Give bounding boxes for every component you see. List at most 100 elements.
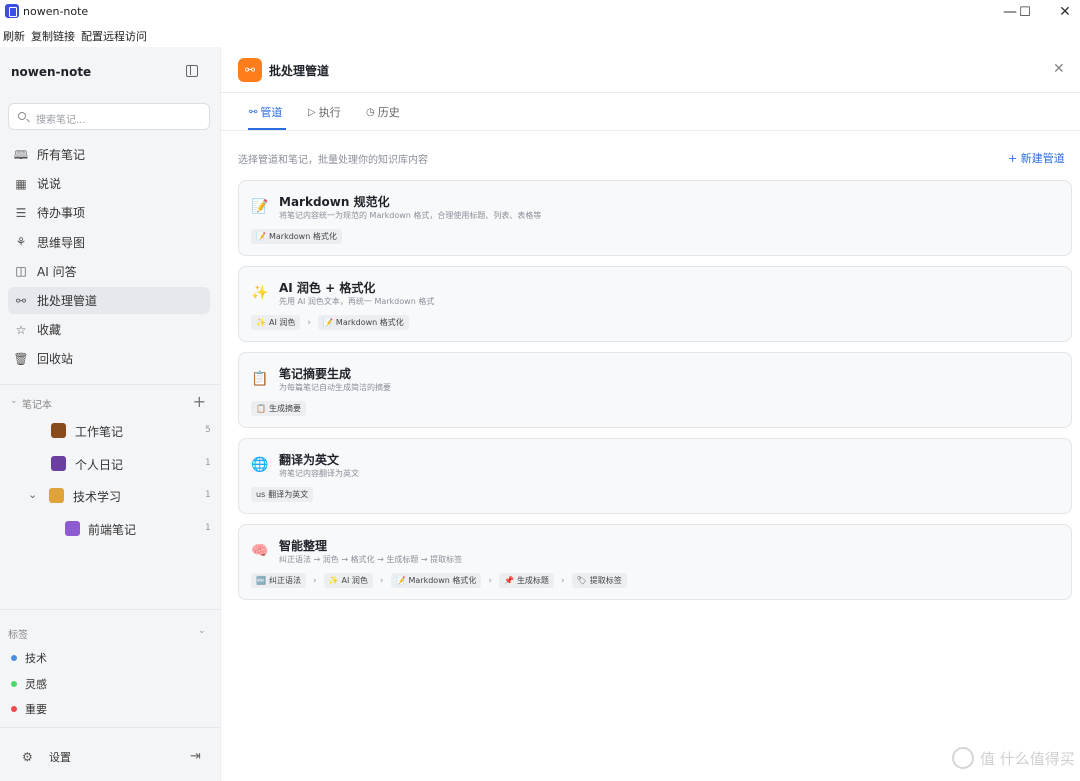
sidebar-divider xyxy=(0,609,221,610)
page-title: 批处理管道 xyxy=(269,64,330,78)
notebooks-header[interactable]: ⌄ 笔记本 + xyxy=(8,392,210,412)
step-label: AI 润色 xyxy=(341,576,368,585)
pipeline-step-chip: 📝 Markdown 格式化 xyxy=(251,229,342,244)
sidebar-item[interactable]: ◫ AI 问答 xyxy=(8,258,210,285)
pipeline-step-chip: ✨ AI 润色 xyxy=(251,315,301,330)
technologist-icon xyxy=(49,488,64,503)
diary-icon xyxy=(51,456,66,471)
notebook-label: 前端笔记 xyxy=(88,523,137,537)
main-panel: ⚯ 批处理管道 ✕ ⚯ 管道 ▷ 执行 ◷ 历史 选择管道和笔记，批量处理你的知… xyxy=(221,47,1080,781)
calendar-icon: ▦ xyxy=(15,176,27,191)
sidebar-collapse-icon[interactable] xyxy=(186,65,198,77)
star-icon: ☆ xyxy=(15,322,27,337)
watermark-logo-icon xyxy=(952,747,974,769)
pipeline-step-chip: 🔤 纠正语法 xyxy=(251,573,306,588)
pipeline-steps: ✨ AI 润色 › 📝 Markdown 格式化 xyxy=(251,315,409,330)
pipeline-step-chip: 📝 Markdown 格式化 xyxy=(390,573,482,588)
sidebar-item[interactable]: ☰ 待办事项 xyxy=(8,199,210,226)
pipeline-title: Markdown 规范化 xyxy=(279,195,390,209)
tags-label: 标签 xyxy=(8,630,28,641)
settings-label[interactable]: 设置 xyxy=(49,749,71,765)
notebook-item[interactable]: 前端笔记 1 xyxy=(0,517,221,543)
pipeline-card[interactable]: 🌐 翻译为英文 将笔记内容翻译为英文 us 翻译为英文 xyxy=(238,438,1072,514)
step-label: 提取标签 xyxy=(589,576,622,585)
step-label: 纠正语法 xyxy=(268,576,301,585)
tag-dot-icon xyxy=(11,680,17,687)
sidebar-item[interactable]: 🕮 所有笔记 xyxy=(8,141,210,168)
step-label: AI 润色 xyxy=(268,318,296,327)
step-icon: 🏷 xyxy=(576,576,587,585)
globe-icon: 🌐 xyxy=(251,457,269,473)
tab-bar: ⚯ 管道 ▷ 执行 ◷ 历史 xyxy=(221,93,1080,131)
tab-label: 管道 xyxy=(260,106,283,119)
panel-header: ⚯ 批处理管道 ✕ xyxy=(221,47,1080,93)
menu-refresh[interactable]: 刷新 xyxy=(0,28,28,44)
tab-history[interactable]: ◷ 历史 xyxy=(366,104,400,120)
sidebar-item[interactable]: ▦ 说说 xyxy=(8,170,210,197)
pipeline-step-chip: ✨ AI 润色 xyxy=(323,573,373,588)
new-pipeline-button[interactable]: + 新建管道 xyxy=(1008,150,1065,166)
notebook-item[interactable]: ⌄ 技术学习 1 xyxy=(0,484,221,510)
sidebar: nowen-note 搜索笔记... 🕮 所有笔记 ▦ 说说 ☰ 待办事项 ⚘ 思维导图 ◫ AI… xyxy=(0,47,221,781)
sidebar-item-label: 批处理管道 xyxy=(37,294,98,308)
chevron-down-icon[interactable]: ⌄ xyxy=(28,488,37,501)
sparkles-icon: ✨ xyxy=(251,285,269,301)
search-placeholder: 搜索笔记... xyxy=(36,115,86,126)
tag-dot-icon xyxy=(11,655,17,661)
pipeline-card[interactable]: 📝 Markdown 规范化 将笔记内容统一为规范的 Markdown 格式，合理使… xyxy=(238,180,1072,256)
tab-execute[interactable]: ▷ 执行 xyxy=(308,104,341,120)
search-input[interactable]: 搜索笔记... xyxy=(8,103,210,130)
tags-header[interactable]: 标签 ⌄ xyxy=(8,624,210,642)
notebook-label: 工作笔记 xyxy=(75,425,124,439)
add-notebook-button[interactable]: + xyxy=(193,392,206,411)
pipeline-steps: 📋 生成摘要 xyxy=(251,401,306,416)
notebook-count: 1 xyxy=(205,490,211,500)
menu-remote-access[interactable]: 配置远程访问 xyxy=(78,28,150,44)
pipeline-step-chip: 📌 生成标题 xyxy=(498,573,554,588)
pipeline-card[interactable]: 📋 笔记摘要生成 为每篇笔记自动生成简洁的摘要 📋 生成摘要 xyxy=(238,352,1072,428)
bot-icon: ◫ xyxy=(15,264,27,279)
step-label: 生成摘要 xyxy=(268,404,301,413)
tab-pipelines[interactable]: ⚯ 管道 xyxy=(249,104,282,120)
chevron-down-icon: ⌄ xyxy=(10,396,18,406)
workflow-icon: ⚯ xyxy=(238,58,262,82)
logout-icon[interactable]: ⇥ xyxy=(190,749,201,764)
sidebar-item[interactable]: ⚘ 思维导图 xyxy=(8,229,210,256)
chevron-right-icon: › xyxy=(312,575,317,586)
notebooks-label: 笔记本 xyxy=(22,400,52,411)
step-icon: 🔤 xyxy=(256,576,266,585)
pipeline-title: 智能整理 xyxy=(279,539,328,553)
notebook-count: 1 xyxy=(205,458,211,468)
tag-item[interactable]: 灵感 xyxy=(11,676,47,692)
history-icon: ◷ xyxy=(366,106,375,118)
pipeline-card[interactable]: 🧠 智能整理 纠正语法 → 润色 → 格式化 → 生成标题 → 提取标签 🔤 纠正语法 ›… xyxy=(238,524,1072,600)
intro-text: 选择管道和笔记，批量处理你的知识库内容 xyxy=(238,155,428,166)
sidebar-item[interactable]: ⚯ 批处理管道 xyxy=(8,287,210,314)
chevron-right-icon: › xyxy=(560,575,565,586)
step-icon: 📝 xyxy=(395,576,406,585)
pipeline-steps: 🔤 纠正语法 › ✨ AI 润色 › 📝 Markdown 格式化 › 📌 生成标题 › 🏷 提取标签 xyxy=(251,573,627,588)
close-window-button[interactable]: ✕ xyxy=(1042,0,1080,24)
sidebar-item[interactable]: 🗑 回收站 xyxy=(8,345,210,372)
tag-item[interactable]: 技术 xyxy=(11,650,47,666)
briefcase-icon xyxy=(51,423,66,438)
pipeline-description: 为每篇笔记自动生成简洁的摘要 xyxy=(279,383,391,392)
sidebar-item-label: 思维导图 xyxy=(37,235,86,250)
watermark-text: 值 什么值得买 xyxy=(980,749,1075,768)
memo-icon: 📝 xyxy=(251,199,269,215)
menu-copy-link[interactable]: 复制链接 xyxy=(28,28,78,44)
checklist-icon: ☰ xyxy=(15,205,27,220)
notebook-item[interactable]: 个人日记 1 xyxy=(0,452,221,478)
sidebar-item[interactable]: ☆ 收藏 xyxy=(8,316,210,343)
clipboard-icon: 📋 xyxy=(251,371,269,387)
gear-icon[interactable]: ⚙ xyxy=(22,750,33,764)
pipeline-card[interactable]: ✨ AI 润色 + 格式化 先用 AI 润色文本，再统一 Markdown 格式 ✨ A… xyxy=(238,266,1072,342)
book-open-icon: 🕮 xyxy=(13,147,29,162)
tag-item[interactable]: 重要 xyxy=(11,701,47,717)
step-label: 翻译为英文 xyxy=(268,490,309,499)
notebook-item[interactable]: 工作笔记 5 xyxy=(0,419,221,445)
step-icon: ✨ xyxy=(256,318,266,327)
pipeline-description: 先用 AI 润色文本，再统一 Markdown 格式 xyxy=(279,297,435,306)
workflow-icon: ⚯ xyxy=(15,293,27,308)
close-icon[interactable]: ✕ xyxy=(1053,61,1065,77)
